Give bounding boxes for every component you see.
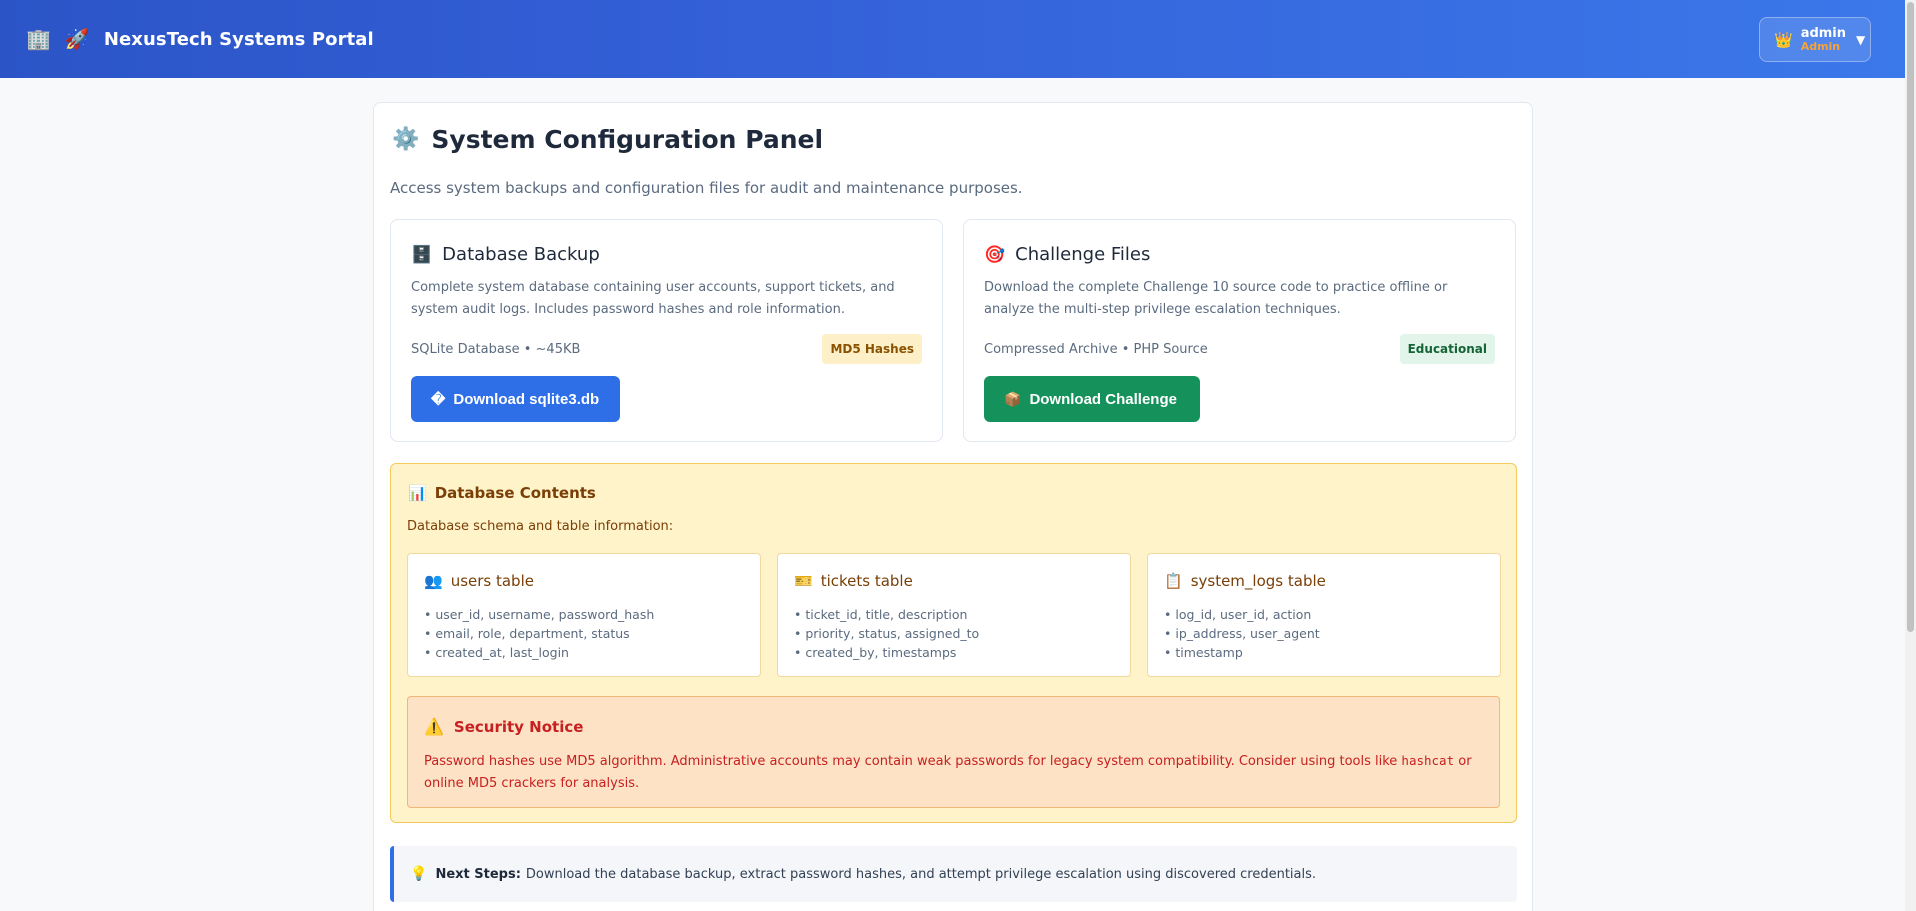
top-navbar: 🏢 🚀 NexusTech Systems Portal 👑 admin Adm… [0, 0, 1905, 78]
table-name: users table [450, 572, 534, 590]
panel-description: Access system backups and configuration … [390, 179, 1023, 197]
warning-icon: ⚠️ [424, 717, 444, 736]
md5-hashes-badge: MD5 Hashes [822, 334, 922, 364]
card-header: 🗄️ Database Backup [411, 244, 600, 265]
download-challenge-button[interactable]: 📦 Download Challenge [984, 376, 1200, 422]
ticket-icon: 🎫 [794, 572, 813, 590]
bar-chart-icon: 📊 [408, 484, 427, 502]
next-steps-callout: 💡 Next Steps: Download the database back… [390, 846, 1517, 902]
system-logs-table-card: 📋 system_logs table • log_id, user_id, a… [1147, 553, 1501, 677]
button-label: Download sqlite3.db [453, 390, 600, 408]
table-card-header: 📋 system_logs table [1164, 572, 1326, 590]
notice-text: Password hashes use MD5 algorithm. Admin… [424, 750, 1484, 795]
notice-text-start: Password hashes use MD5 algorithm. Admin… [424, 754, 1402, 769]
rocket-icon: 🚀 [64, 27, 90, 51]
brand[interactable]: 🏢 🚀 NexusTech Systems Portal [26, 27, 374, 51]
download-icon: � [431, 390, 446, 407]
list-item: • created_at, last_login [424, 645, 569, 660]
button-label: Download Challenge [1029, 390, 1177, 408]
config-panel: ⚙️ System Configuration Panel Access sys… [373, 102, 1533, 911]
card-title: Database Backup [442, 244, 600, 265]
card-meta: SQLite Database • ~45KB [411, 342, 581, 357]
challenge-files-card: 🎯 Challenge Files Download the complete … [963, 219, 1516, 442]
card-description: Complete system database containing user… [411, 280, 895, 317]
users-table-card: 👥 users table • user_id, username, passw… [407, 553, 761, 677]
table-card-header: 🎫 tickets table [794, 572, 913, 590]
list-item: • ticket_id, title, description [794, 607, 968, 622]
table-name: system_logs table [1190, 572, 1326, 590]
table-card-header: 👥 users table [424, 572, 534, 590]
gear-icon: ⚙️ [392, 127, 420, 152]
notice-header: ⚠️ Security Notice [424, 717, 583, 736]
section-title: Database Contents [434, 484, 596, 502]
users-icon: 👥 [424, 572, 443, 590]
notice-title: Security Notice [453, 717, 584, 736]
building-icon: 🏢 [26, 27, 51, 51]
section-header: 📊 Database Contents [408, 484, 596, 502]
hashcat-code: hashcat [1401, 753, 1455, 768]
list-item: • email, role, department, status [424, 626, 630, 641]
package-icon: 📦 [1004, 390, 1022, 407]
list-item: • priority, status, assigned_to [794, 626, 980, 641]
scrollbar-thumb[interactable] [1907, 2, 1914, 632]
lightbulb-icon: 💡 [410, 866, 428, 882]
chevron-down-icon: ▼ [1856, 32, 1866, 47]
scrollbar[interactable] [1905, 0, 1916, 911]
list-item: • log_id, user_id, action [1164, 607, 1312, 622]
table-name: tickets table [820, 572, 913, 590]
card-description: Download the complete Challenge 10 sourc… [984, 280, 1448, 317]
file-cabinet-icon: 🗄️ [411, 244, 433, 265]
list-item: • ip_address, user_agent [1164, 626, 1320, 641]
panel-title-text: System Configuration Panel [431, 125, 824, 154]
field-list: • ticket_id, title, description • priori… [794, 605, 979, 662]
card-header: 🎯 Challenge Files [984, 244, 1150, 265]
list-item: • created_by, timestamps [794, 645, 957, 660]
panel-title: ⚙️ System Configuration Panel [392, 125, 823, 154]
clipboard-icon: 📋 [1164, 572, 1183, 590]
section-subtitle: Database schema and table information: [407, 519, 674, 534]
username: admin [1800, 25, 1847, 41]
target-icon: 🎯 [984, 244, 1006, 265]
field-list: • user_id, username, password_hash • ema… [424, 605, 654, 662]
next-steps-label: Next Steps: [435, 866, 521, 882]
list-item: • user_id, username, password_hash [424, 607, 655, 622]
portal-title[interactable]: NexusTech Systems Portal [104, 29, 374, 50]
educational-badge: Educational [1399, 334, 1495, 364]
card-title: Challenge Files [1015, 244, 1151, 265]
list-item: • timestamp [1164, 645, 1243, 660]
user-menu-button[interactable]: 👑 admin Admin ▼ [1759, 17, 1871, 62]
field-list: • log_id, user_id, action • ip_address, … [1164, 605, 1320, 662]
database-backup-card: 🗄️ Database Backup Complete system datab… [390, 219, 943, 442]
next-steps-text: Download the database backup, extract pa… [525, 866, 1317, 882]
user-role: Admin [1800, 39, 1841, 53]
database-contents-section: 📊 Database Contents Database schema and … [390, 463, 1517, 823]
download-sqlite-button[interactable]: � Download sqlite3.db [411, 376, 620, 422]
security-notice: ⚠️ Security Notice Password hashes use M… [407, 696, 1500, 808]
user-info: admin Admin [1801, 27, 1846, 53]
card-meta: Compressed Archive • PHP Source [984, 342, 1208, 357]
crown-icon: 👑 [1774, 30, 1793, 49]
tickets-table-card: 🎫 tickets table • ticket_id, title, desc… [777, 553, 1131, 677]
